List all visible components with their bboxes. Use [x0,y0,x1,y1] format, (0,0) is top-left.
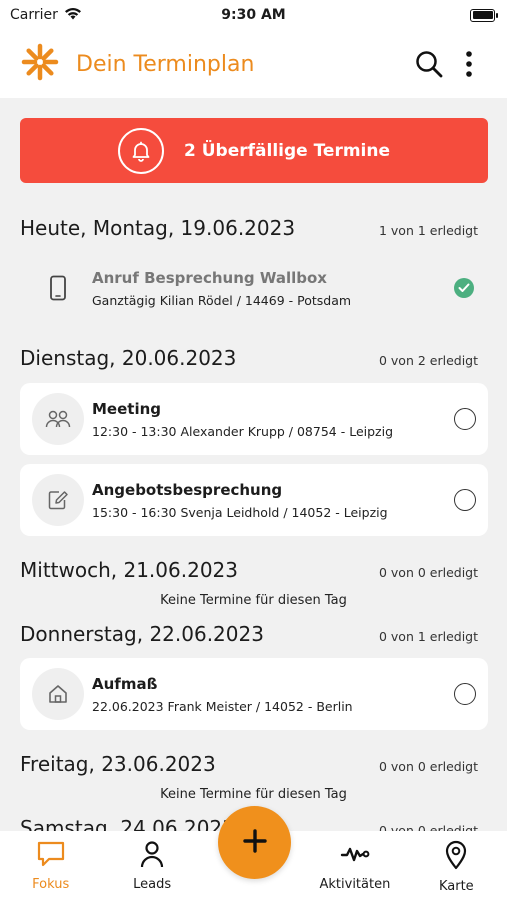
overdue-label: 2 Überfällige Termine [183,140,391,161]
day-title: Dienstag, 20.06.2023 [20,346,237,370]
day-progress: 0 von 0 erledigt [378,823,478,831]
sun-logo-icon [18,40,62,88]
document-edit-icon [32,474,84,526]
map-pin-icon [444,840,468,874]
appointment-subtitle: 12:30 - 13:30 Alexander Krupp / 08754 - … [92,423,394,439]
appointment-subtitle: Ganztägig Kilian Rödel / 14469 - Potsdam [92,292,352,308]
tab-fokus[interactable]: Fokus [0,831,101,900]
day-progress: 0 von 0 erledigt [378,565,478,580]
activity-icon [340,840,370,872]
page-title: Dein Terminplan [76,51,255,77]
empty-day-note: Keine Termine für diesen Tag [160,593,347,608]
status-time: 9:30 AM [221,7,286,23]
battery-icon [470,8,498,22]
tab-label: Fokus [32,877,70,892]
appointment-text: Angebotsbesprechung 15:30 - 16:30 Svenja… [92,481,454,520]
appointment-title: Angebotsbesprechung [92,480,283,499]
appointment-text: Aufmaß 22.06.2023 Frank Meister / 14052 … [92,675,454,714]
appointment-title: Meeting [92,399,162,418]
appointment-card[interactable]: Aufmaß 22.06.2023 Frank Meister / 14052 … [20,658,488,730]
appointment-card[interactable]: Anruf Besprechung Wallbox Ganztägig Kili… [20,252,488,324]
day-header: Mittwoch, 21.06.2023 0 von 0 erledigt [20,558,478,582]
day-progress: 0 von 0 erledigt [378,759,478,774]
tab-aktivitaeten[interactable]: Aktivitäten [304,831,405,900]
schedule-list: 2 Überfällige Termine Heute, Montag, 19.… [0,98,507,831]
done-radio[interactable] [454,683,476,705]
empty-day-note: Keine Termine für diesen Tag [160,787,347,802]
chat-bubble-icon [36,840,66,872]
day-title: Mittwoch, 21.06.2023 [20,558,238,582]
phone-icon [32,262,84,314]
bell-icon [117,127,164,174]
done-radio[interactable] [454,489,476,511]
tab-leads[interactable]: Leads [101,831,202,900]
search-icon[interactable] [409,44,449,84]
day-header: Heute, Montag, 19.06.2023 1 von 1 erledi… [20,216,478,240]
day-header: Freitag, 23.06.2023 0 von 0 erledigt [20,752,478,776]
status-bar: Carrier 9:30 AM [0,0,507,30]
appointment-card[interactable]: Angebotsbesprechung 15:30 - 16:30 Svenja… [20,464,488,536]
appointment-card[interactable]: Meeting 12:30 - 13:30 Alexander Krupp / … [20,383,488,455]
tab-label: Leads [133,877,172,892]
day-progress: 0 von 2 erledigt [378,353,478,368]
done-radio[interactable] [454,408,476,430]
day-header: Dienstag, 20.06.2023 0 von 2 erledigt [20,346,478,370]
day-title: Heute, Montag, 19.06.2023 [20,216,296,240]
day-header: Donnerstag, 22.06.2023 0 von 1 erledigt [20,622,478,646]
appointment-title: Anruf Besprechung Wallbox [92,268,327,287]
tab-label: Karte [438,879,474,894]
overdue-banner[interactable]: 2 Überfällige Termine [20,118,488,183]
done-check-icon[interactable] [454,278,474,298]
people-icon [32,393,84,445]
add-appointment-button[interactable] [218,806,291,879]
more-vertical-icon[interactable] [449,44,489,84]
appointment-title: Aufmaß [92,674,158,693]
day-title: Donnerstag, 22.06.2023 [20,622,264,646]
appointment-text: Meeting 12:30 - 13:30 Alexander Krupp / … [92,400,454,439]
day-title: Samstag, 24.06.2023 [20,816,235,831]
tab-label: Aktivitäten [319,877,391,892]
house-icon [32,668,84,720]
appointment-text: Anruf Besprechung Wallbox Ganztägig Kili… [92,269,454,308]
day-progress: 1 von 1 erledigt [378,223,478,238]
tab-karte[interactable]: Karte [406,831,507,900]
appointment-subtitle: 15:30 - 16:30 Svenja Leidhold / 14052 - … [92,504,388,520]
day-title: Freitag, 23.06.2023 [20,752,216,776]
plus-icon [242,828,268,858]
app-header: Dein Terminplan [0,30,507,98]
person-icon [138,840,166,872]
day-progress: 0 von 1 erledigt [378,629,478,644]
appointment-subtitle: 22.06.2023 Frank Meister / 14052 - Berli… [92,698,353,714]
